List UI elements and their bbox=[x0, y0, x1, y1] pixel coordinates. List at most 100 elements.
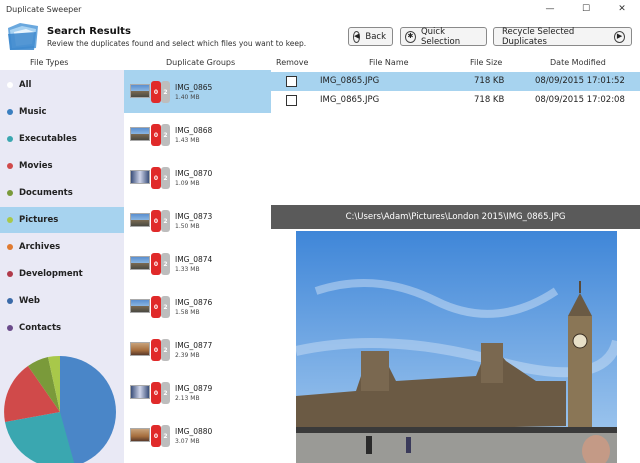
type-color-dot bbox=[7, 109, 13, 115]
group-thumbnail bbox=[130, 127, 150, 141]
file-type-pictures[interactable]: Pictures bbox=[0, 207, 124, 233]
maximize-button[interactable]: ☐ bbox=[568, 0, 604, 18]
type-color-dot bbox=[7, 190, 13, 196]
file-type-all[interactable]: All bbox=[0, 72, 124, 98]
group-name: IMG_0874 bbox=[175, 255, 213, 264]
removed-count-badge: 0 bbox=[151, 81, 161, 103]
duplicate-groups-list: 0 2 IMG_0865 1.40 MB 0 2 IMG_0868 1.43 M… bbox=[124, 70, 271, 463]
back-button-label: Back bbox=[365, 31, 387, 42]
recycle-selected-label: Recycle Selected Duplicates bbox=[502, 26, 575, 47]
group-item[interactable]: 0 2 IMG_0873 1.50 MB bbox=[124, 199, 271, 242]
file-list: IMG_0865.JPG 718 KB 08/09/2015 17:01:52 … bbox=[271, 70, 640, 205]
file-type-label: Executables bbox=[19, 134, 77, 144]
title-bar: Duplicate Sweeper — ☐ ✕ bbox=[0, 0, 640, 18]
file-name: IMG_0865.JPG bbox=[320, 76, 380, 86]
preview-path-bar: C:\Users\Adam\Pictures\London 2015\IMG_0… bbox=[271, 205, 640, 229]
preview-path: C:\Users\Adam\Pictures\London 2015\IMG_0… bbox=[345, 212, 566, 222]
quick-selection-button[interactable]: ✱ Quick Selection bbox=[400, 26, 487, 47]
group-size: 1.33 MB bbox=[175, 266, 200, 273]
group-name: IMG_0880 bbox=[175, 427, 213, 436]
group-thumbnail bbox=[130, 299, 150, 313]
duplicate-count-badge: 2 bbox=[161, 253, 170, 275]
page-title: Search Results bbox=[47, 26, 131, 37]
remove-checkbox[interactable] bbox=[286, 95, 297, 106]
file-type-web[interactable]: Web bbox=[0, 288, 124, 314]
file-size: 718 KB bbox=[474, 76, 505, 86]
file-types-sidebar: All Music Executables Movies Documents P… bbox=[0, 70, 124, 463]
removed-count-badge: 0 bbox=[151, 253, 161, 275]
file-size: 718 KB bbox=[474, 95, 505, 105]
duplicate-count-badge: 2 bbox=[161, 296, 170, 318]
file-type-movies[interactable]: Movies bbox=[0, 153, 124, 179]
file-type-executables[interactable]: Executables bbox=[0, 126, 124, 152]
column-file-name[interactable]: File Name bbox=[369, 58, 409, 67]
column-remove[interactable]: Remove bbox=[276, 58, 308, 67]
file-type-label: Pictures bbox=[19, 215, 59, 225]
file-type-documents[interactable]: Documents bbox=[0, 180, 124, 206]
group-item[interactable]: 0 2 IMG_0868 1.43 MB bbox=[124, 113, 271, 156]
group-size: 1.09 MB bbox=[175, 180, 200, 187]
type-color-dot bbox=[7, 217, 13, 223]
group-size: 3.07 MB bbox=[175, 438, 200, 445]
recycle-selected-button[interactable]: Recycle Selected Duplicates ▶ bbox=[493, 26, 632, 47]
duplicate-count-badge: 2 bbox=[161, 81, 170, 103]
file-type-label: Movies bbox=[19, 161, 53, 171]
file-type-archives[interactable]: Archives bbox=[0, 234, 124, 260]
group-name: IMG_0879 bbox=[175, 384, 213, 393]
group-size: 1.40 MB bbox=[175, 94, 200, 101]
group-item[interactable]: 0 2 IMG_0877 2.39 MB bbox=[124, 328, 271, 371]
back-button[interactable]: ◀ Back bbox=[348, 27, 393, 46]
group-item[interactable]: 0 2 IMG_0870 1.09 MB bbox=[124, 156, 271, 199]
window-controls: — ☐ ✕ bbox=[532, 0, 640, 18]
date-modified: 08/09/2015 17:02:08 bbox=[535, 95, 625, 105]
file-type-label: Documents bbox=[19, 188, 73, 198]
page-subtitle: Review the duplicates found and select w… bbox=[47, 39, 307, 48]
group-item[interactable]: 0 2 IMG_0880 3.07 MB bbox=[124, 414, 271, 457]
group-item[interactable]: 0 2 IMG_0865 1.40 MB bbox=[124, 70, 271, 113]
column-file-types: File Types bbox=[30, 58, 69, 67]
column-file-size[interactable]: File Size bbox=[470, 58, 502, 67]
remove-checkbox[interactable] bbox=[286, 76, 297, 87]
file-type-label: Archives bbox=[19, 242, 61, 252]
group-thumbnail bbox=[130, 170, 150, 184]
group-thumbnail bbox=[130, 385, 150, 399]
back-arrow-icon: ◀ bbox=[353, 30, 361, 43]
group-thumbnail bbox=[130, 213, 150, 227]
group-thumbnail bbox=[130, 256, 150, 270]
group-size: 2.39 MB bbox=[175, 352, 200, 359]
file-row[interactable]: IMG_0865.JPG 718 KB 08/09/2015 17:01:52 bbox=[271, 72, 640, 91]
duplicate-count-badge: 2 bbox=[161, 167, 170, 189]
group-size: 2.13 MB bbox=[175, 395, 200, 402]
group-size: 1.58 MB bbox=[175, 309, 200, 316]
column-date-modified[interactable]: Date Modified bbox=[550, 58, 606, 67]
group-item[interactable]: 0 2 IMG_0879 2.13 MB bbox=[124, 371, 271, 414]
quick-selection-label: Quick Selection bbox=[420, 26, 461, 47]
type-color-dot bbox=[7, 271, 13, 277]
file-type-label: Development bbox=[19, 269, 83, 279]
removed-count-badge: 0 bbox=[151, 210, 161, 232]
duplicate-count-badge: 2 bbox=[161, 339, 170, 361]
file-row[interactable]: IMG_0865.JPG 718 KB 08/09/2015 17:02:08 bbox=[271, 91, 640, 110]
file-type-contacts[interactable]: Contacts bbox=[0, 315, 124, 341]
removed-count-badge: 0 bbox=[151, 167, 161, 189]
group-item[interactable]: 0 2 IMG_0876 1.58 MB bbox=[124, 285, 271, 328]
minimize-button[interactable]: — bbox=[532, 0, 568, 18]
removed-count-badge: 0 bbox=[151, 296, 161, 318]
group-thumbnail bbox=[130, 428, 150, 442]
group-thumbnail bbox=[130, 342, 150, 356]
type-color-dot bbox=[7, 136, 13, 142]
type-color-dot bbox=[7, 244, 13, 250]
close-button[interactable]: ✕ bbox=[604, 0, 640, 18]
window-title: Duplicate Sweeper bbox=[6, 4, 82, 14]
forward-arrow-icon: ▶ bbox=[614, 30, 625, 43]
type-color-dot bbox=[7, 163, 13, 169]
date-modified: 08/09/2015 17:01:52 bbox=[535, 76, 625, 86]
group-item[interactable]: 0 2 IMG_0874 1.33 MB bbox=[124, 242, 271, 285]
duplicate-count-badge: 2 bbox=[161, 210, 170, 232]
file-type-label: Web bbox=[19, 296, 40, 306]
app-folder-icon bbox=[8, 23, 38, 50]
file-type-development[interactable]: Development bbox=[0, 261, 124, 287]
file-type-music[interactable]: Music bbox=[0, 99, 124, 125]
duplicate-count-badge: 2 bbox=[161, 124, 170, 146]
gear-icon: ✱ bbox=[405, 30, 416, 43]
